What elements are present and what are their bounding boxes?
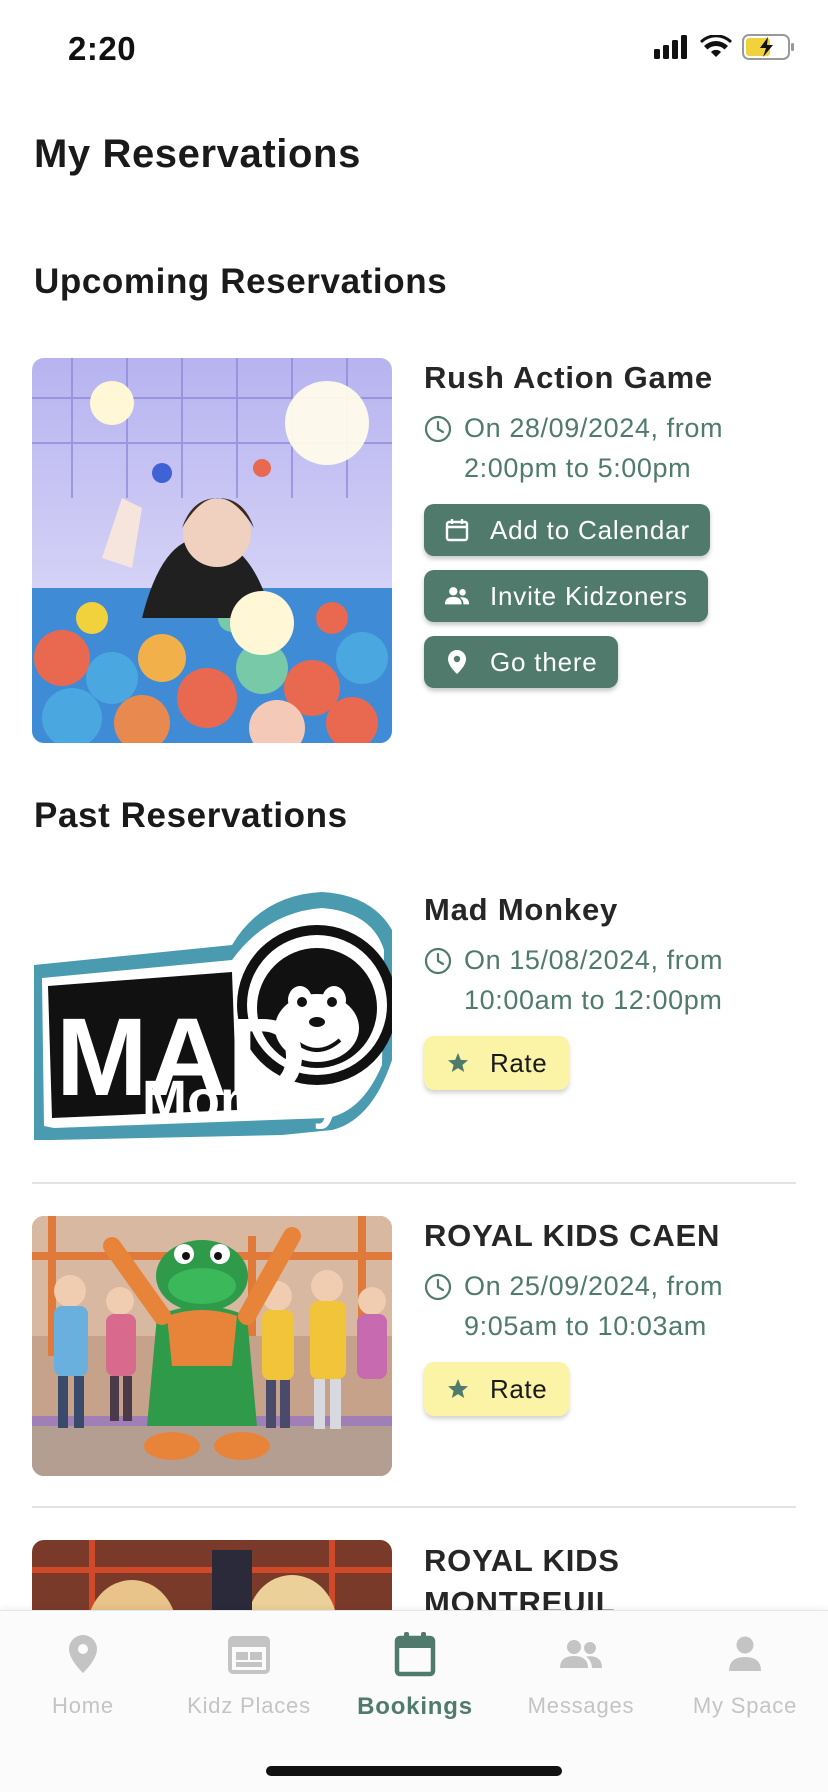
- battery-charging-icon: [742, 34, 794, 60]
- tab-messages[interactable]: Messages: [498, 1629, 664, 1719]
- clock-icon: [424, 1266, 454, 1346]
- star-icon: [446, 1377, 470, 1401]
- past-section-title: Past Reservations: [34, 796, 348, 835]
- rate-button[interactable]: Rate: [424, 1362, 570, 1416]
- go-there-button[interactable]: Go there: [424, 636, 618, 688]
- divider: [32, 1506, 796, 1508]
- home-indicator: [266, 1766, 562, 1776]
- status-time: 2:20: [68, 30, 137, 67]
- rush-action-game-image: [32, 358, 392, 743]
- map-pin-icon: [444, 649, 470, 675]
- rate-label: Rate: [490, 1373, 548, 1404]
- reservation-time: On 25/09/2024, from 9:05am to 10:03am: [424, 1266, 794, 1346]
- map-pin-icon: [0, 1629, 166, 1679]
- time-line-1: On 15/08/2024, from: [464, 945, 724, 975]
- places-icon: [166, 1629, 332, 1679]
- wifi-icon: [700, 35, 732, 57]
- time-line-1: On 28/09/2024, from: [464, 413, 724, 443]
- go-there-label: Go there: [490, 646, 598, 677]
- people-icon: [498, 1629, 664, 1679]
- add-to-calendar-button[interactable]: Add to Calendar: [424, 504, 710, 556]
- time-line-2: 2:00pm to 5:00pm: [464, 453, 692, 483]
- page-title: My Reservations: [34, 132, 361, 176]
- calendar-icon: [444, 517, 470, 543]
- time-line-2: 10:00am to 12:00pm: [464, 985, 723, 1015]
- mad-monkey-logo: MAD Monkey: [32, 890, 392, 1145]
- upcoming-reservation-details: Rush Action Game On 28/09/2024, from 2:0…: [424, 358, 794, 688]
- bottom-tab-bar: Home Kidz Places Bookings Messages My Sp…: [0, 1610, 828, 1792]
- clock-icon: [424, 408, 454, 488]
- tab-kidz-places[interactable]: Kidz Places: [166, 1629, 332, 1719]
- tab-label: Kidz Places: [187, 1693, 311, 1718]
- invite-kidzoners-label: Invite Kidzoners: [490, 580, 688, 611]
- rate-label: Rate: [490, 1047, 548, 1078]
- rate-button[interactable]: Rate: [424, 1036, 570, 1090]
- add-to-calendar-label: Add to Calendar: [490, 514, 690, 545]
- tab-my-space[interactable]: My Space: [662, 1629, 828, 1719]
- invite-kidzoners-button[interactable]: Invite Kidzoners: [424, 570, 708, 622]
- tab-home[interactable]: Home: [0, 1629, 166, 1719]
- clock-icon: [424, 940, 454, 1020]
- star-icon: [446, 1051, 470, 1075]
- past-reservation-details: Mad Monkey On 15/08/2024, from 10:00am t…: [424, 890, 794, 1090]
- royal-kids-caen-image: [32, 1216, 392, 1476]
- tab-label: Home: [52, 1693, 114, 1718]
- time-line-1: On 25/09/2024, from: [464, 1271, 724, 1301]
- person-icon: [662, 1629, 828, 1679]
- tab-label: Messages: [527, 1693, 635, 1718]
- upcoming-section-title: Upcoming Reservations: [34, 262, 448, 301]
- status-icons: [654, 34, 796, 60]
- signal-icon: [654, 35, 687, 59]
- place-name: Mad Monkey: [424, 892, 619, 927]
- place-name: ROYAL KIDS CAEN: [424, 1218, 721, 1253]
- divider: [32, 1182, 796, 1184]
- status-bar: 2:20: [0, 0, 828, 100]
- logo-text-monkey: Monkey: [142, 1070, 343, 1130]
- tab-label: My Space: [692, 1693, 798, 1718]
- tab-label: Bookings: [357, 1693, 473, 1720]
- reservation-time: On 15/08/2024, from 10:00am to 12:00pm: [424, 940, 794, 1020]
- reservation-time: On 28/09/2024, from 2:00pm to 5:00pm: [424, 408, 794, 488]
- time-line-2: 9:05am to 10:03am: [464, 1311, 707, 1341]
- place-name: Rush Action Game: [424, 360, 713, 395]
- calendar-icon: [332, 1629, 498, 1679]
- tab-bookings[interactable]: Bookings: [332, 1629, 498, 1721]
- people-icon: [444, 583, 470, 609]
- past-reservation-details: ROYAL KIDS CAEN On 25/09/2024, from 9:05…: [424, 1216, 794, 1416]
